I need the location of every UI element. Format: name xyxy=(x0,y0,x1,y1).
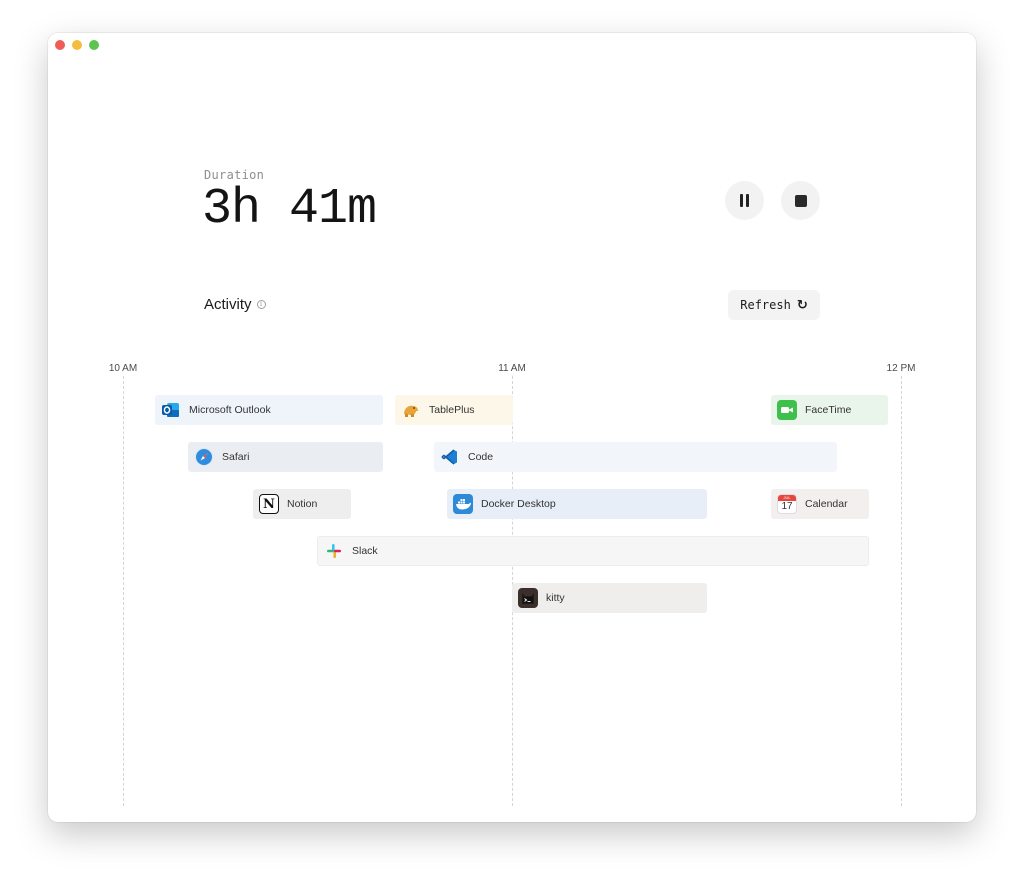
timeline-bar-outlook[interactable]: Microsoft Outlook xyxy=(155,395,383,425)
calendar-label: Calendar xyxy=(805,498,848,510)
slack-icon xyxy=(324,541,344,561)
timeline-bar-facetime[interactable]: FaceTime xyxy=(771,395,888,425)
kitty-icon xyxy=(518,588,538,608)
info-icon[interactable]: i xyxy=(256,300,266,309)
tableplus-icon xyxy=(401,400,421,420)
timeline-bar-code[interactable]: Code xyxy=(434,442,837,472)
refresh-icon: ↻ xyxy=(796,297,808,313)
outlook-label: Microsoft Outlook xyxy=(189,404,271,416)
facetime-icon xyxy=(777,400,797,420)
tableplus-label: TablePlus xyxy=(429,404,475,416)
activity-title: Activity xyxy=(204,296,252,313)
timeline-bar-kitty[interactable]: kitty xyxy=(512,583,707,613)
timeline-bar-calendar[interactable]: JUL 17 Calendar xyxy=(771,489,869,519)
duration-label: Duration xyxy=(204,168,265,182)
refresh-label: Refresh xyxy=(740,298,791,312)
timeline-bar-notion[interactable]: N Notion xyxy=(253,489,351,519)
activity-heading: Activity i xyxy=(204,296,266,313)
calendar-icon: JUL 17 xyxy=(777,494,797,514)
timeline-bar-tableplus[interactable]: TablePlus xyxy=(395,395,513,425)
window-minimize-button[interactable] xyxy=(72,40,82,50)
safari-icon xyxy=(194,447,214,467)
refresh-button[interactable]: Refresh ↻ xyxy=(728,290,820,320)
duration-value: 3h 41m xyxy=(202,181,377,238)
window-close-button[interactable] xyxy=(55,40,65,50)
time-label-10am: 10 AM xyxy=(108,363,138,374)
grid-line-12pm xyxy=(901,376,902,806)
timeline-bar-safari[interactable]: Safari xyxy=(188,442,383,472)
docker-label: Docker Desktop xyxy=(481,498,556,510)
pause-button[interactable] xyxy=(725,181,764,220)
outlook-icon xyxy=(161,400,181,420)
app-window: Duration 3h 41m Activity i Refresh ↻ 10 … xyxy=(48,33,976,822)
pause-icon xyxy=(739,194,751,207)
stop-icon xyxy=(794,194,807,207)
timeline-bar-slack[interactable]: Slack xyxy=(317,536,869,566)
vscode-icon xyxy=(440,447,460,467)
time-label-11am: 11 AM xyxy=(498,363,526,374)
notion-icon: N xyxy=(259,494,279,514)
code-label: Code xyxy=(468,451,494,463)
facetime-label: FaceTime xyxy=(805,404,852,416)
stop-button[interactable] xyxy=(781,181,820,220)
docker-icon xyxy=(453,494,473,514)
timeline-bar-docker[interactable]: Docker Desktop xyxy=(447,489,707,519)
window-zoom-button[interactable] xyxy=(89,40,99,50)
grid-line-10am xyxy=(123,376,124,806)
safari-label: Safari xyxy=(222,451,250,463)
slack-label: Slack xyxy=(352,545,378,557)
kitty-label: kitty xyxy=(546,592,565,604)
notion-label: Notion xyxy=(287,498,318,510)
time-label-12pm: 12 PM xyxy=(886,363,916,374)
